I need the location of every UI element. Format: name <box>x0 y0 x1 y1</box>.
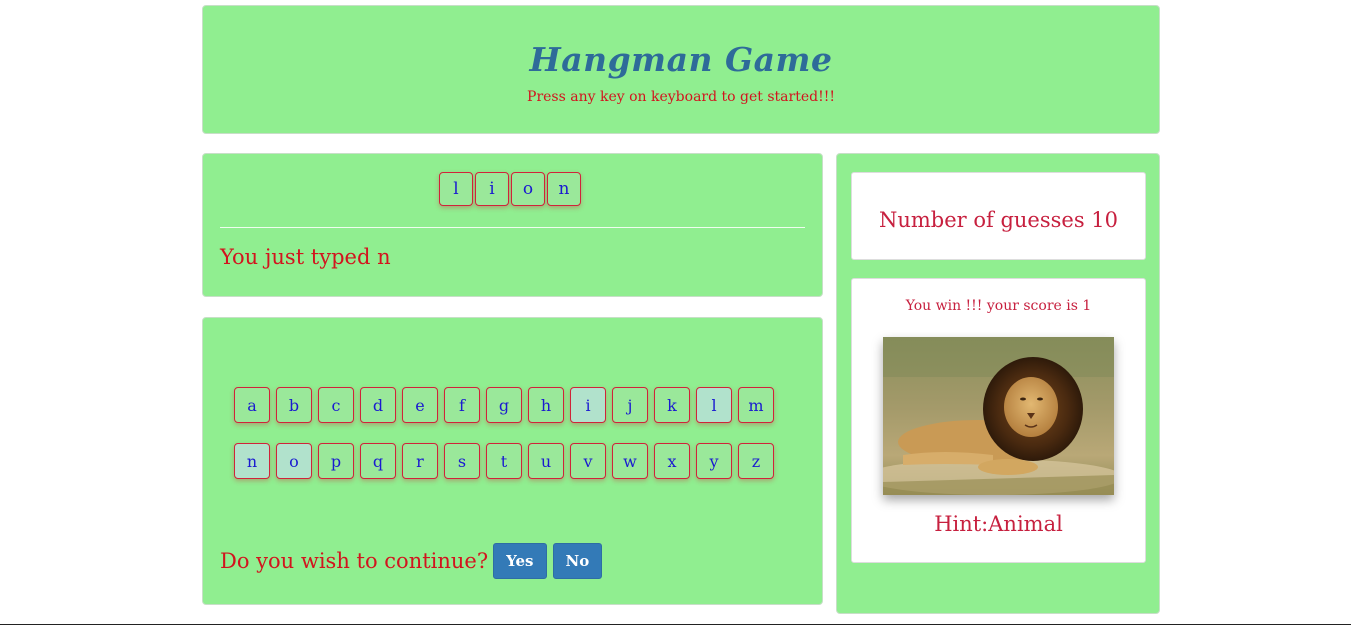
word-letter-slot: l <box>439 172 473 206</box>
key-g[interactable]: g <box>486 387 522 423</box>
key-p[interactable]: p <box>318 443 354 479</box>
key-i[interactable]: i <box>570 387 606 423</box>
key-z[interactable]: z <box>738 443 774 479</box>
guesses-box: Number of guesses 10 <box>851 172 1146 260</box>
key-n[interactable]: n <box>234 443 270 479</box>
word-letter-slot: o <box>511 172 545 206</box>
key-a[interactable]: a <box>234 387 270 423</box>
keyboard-row-1: abcdefghijklm <box>234 387 774 423</box>
key-v[interactable]: v <box>570 443 606 479</box>
word-letter-slot: i <box>475 172 509 206</box>
key-s[interactable]: s <box>444 443 480 479</box>
key-b[interactable]: b <box>276 387 312 423</box>
key-h[interactable]: h <box>528 387 564 423</box>
key-u[interactable]: u <box>528 443 564 479</box>
keyboard-row-2: nopqrstuvwxyz <box>234 443 774 479</box>
side-panel: Number of guesses 10 You win !!! your sc… <box>836 153 1160 614</box>
guesses-count-text: Number of guesses 10 <box>878 208 1119 232</box>
page-title: Hangman Game <box>529 40 833 79</box>
key-w[interactable]: w <box>612 443 648 479</box>
word-panel: l i o n You just typed n <box>202 153 823 297</box>
key-m[interactable]: m <box>738 387 774 423</box>
result-text: You win !!! your score is 1 <box>905 298 1092 314</box>
key-j[interactable]: j <box>612 387 648 423</box>
key-q[interactable]: q <box>360 443 396 479</box>
page-subtitle: Press any key on keyboard to get started… <box>527 89 835 105</box>
lion-hint-image <box>883 337 1114 495</box>
key-e[interactable]: e <box>402 387 438 423</box>
hint-text: Hint:Animal <box>934 512 1063 536</box>
word-slots: l i o n <box>439 172 581 206</box>
divider <box>220 227 805 228</box>
key-y[interactable]: y <box>696 443 732 479</box>
continue-prompt: Do you wish to continue? <box>220 549 489 573</box>
key-d[interactable]: d <box>360 387 396 423</box>
key-l[interactable]: l <box>696 387 732 423</box>
key-r[interactable]: r <box>402 443 438 479</box>
result-box: You win !!! your score is 1 Hint:Animal <box>851 278 1146 563</box>
key-o[interactable]: o <box>276 443 312 479</box>
header-panel: Hangman Game Press any key on keyboard t… <box>202 5 1160 134</box>
continue-row: Do you wish to continue? Yes No <box>220 543 608 579</box>
key-c[interactable]: c <box>318 387 354 423</box>
key-x[interactable]: x <box>654 443 690 479</box>
key-f[interactable]: f <box>444 387 480 423</box>
no-button[interactable]: No <box>552 543 603 579</box>
yes-button[interactable]: Yes <box>493 543 547 579</box>
last-typed-text: You just typed n <box>220 245 391 269</box>
key-k[interactable]: k <box>654 387 690 423</box>
key-t[interactable]: t <box>486 443 522 479</box>
keyboard-panel: abcdefghijklm nopqrstuvwxyz Do you wish … <box>202 317 823 605</box>
word-letter-slot: n <box>547 172 581 206</box>
